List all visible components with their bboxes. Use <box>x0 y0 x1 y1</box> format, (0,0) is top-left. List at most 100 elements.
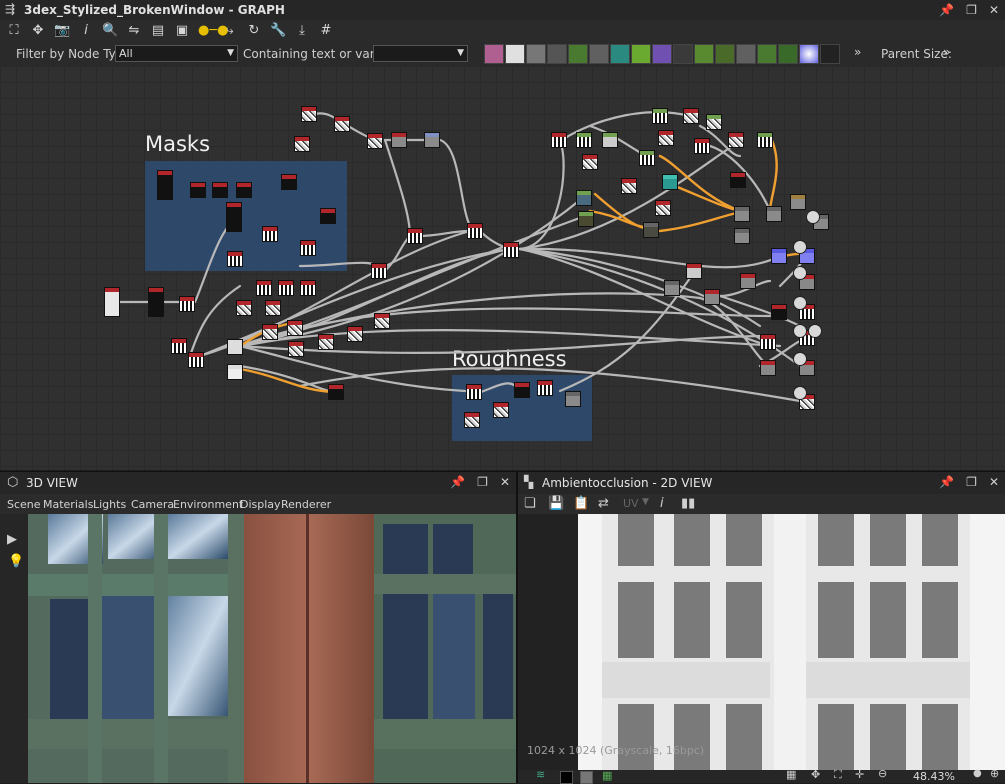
frame-icon[interactable]: ▣ <box>174 23 190 39</box>
grid-icon[interactable]: ▦ <box>786 768 796 781</box>
graph-node[interactable] <box>179 296 195 312</box>
graph-node[interactable] <box>212 182 228 198</box>
graph-node[interactable] <box>300 240 316 256</box>
move-icon[interactable]: ✥ <box>30 23 46 39</box>
output-icon[interactable] <box>808 324 822 338</box>
graph-node[interactable] <box>227 251 243 267</box>
graph-node[interactable] <box>318 334 334 350</box>
node-slope-button[interactable] <box>715 44 735 64</box>
node-drop-button[interactable] <box>526 44 546 64</box>
graph-node[interactable] <box>236 300 252 316</box>
graph-node[interactable] <box>171 338 187 354</box>
graph-node[interactable] <box>464 412 480 428</box>
graph-node[interactable] <box>407 228 423 244</box>
graph-node[interactable] <box>148 287 164 317</box>
graph-node[interactable] <box>278 280 294 296</box>
grid-icon[interactable]: # <box>318 23 334 39</box>
graph-node[interactable] <box>262 226 278 242</box>
menu-lights[interactable]: Lights <box>93 498 126 511</box>
graph-node[interactable] <box>576 190 592 206</box>
close-icon[interactable]: ✕ <box>989 3 999 17</box>
pan-icon[interactable]: ✥ <box>811 768 820 781</box>
node-height-button[interactable] <box>778 44 798 64</box>
node-warp-button[interactable] <box>694 44 714 64</box>
restore-icon[interactable]: ❐ <box>966 3 977 17</box>
refresh-icon[interactable]: ↻ <box>246 23 262 39</box>
zoom-dot-icon[interactable]: ● <box>973 768 982 779</box>
graph-node[interactable] <box>374 313 390 329</box>
graph-node[interactable] <box>576 132 592 148</box>
restore-icon[interactable]: ❐ <box>477 475 488 489</box>
viewport-3d[interactable] <box>28 514 516 783</box>
graph-node[interactable] <box>262 324 278 340</box>
move-icon[interactable]: ✛ <box>855 768 864 781</box>
graph-node[interactable] <box>294 136 310 152</box>
graph-node[interactable] <box>391 132 407 148</box>
link-icon[interactable]: ●─● <box>198 23 229 39</box>
graph-node[interactable] <box>188 352 204 368</box>
menu-materials[interactable]: Materials <box>43 498 93 511</box>
graph-node[interactable] <box>300 280 316 296</box>
graph-node[interactable] <box>643 222 659 238</box>
graph-node[interactable] <box>467 223 483 239</box>
close-icon[interactable]: ✕ <box>500 475 510 489</box>
layout-icon[interactable]: ▤ <box>150 23 166 39</box>
share-icon[interactable]: ⇄ <box>598 496 609 511</box>
node-levels-button[interactable] <box>589 44 609 64</box>
node-blend-button[interactable] <box>652 44 672 64</box>
graph-node[interactable] <box>621 178 637 194</box>
branch-icon[interactable]: ⤷ <box>222 23 238 39</box>
graph-node[interactable] <box>265 300 281 316</box>
node-type-select[interactable]: All ▼ <box>115 45 238 62</box>
search-icon[interactable]: 🔍 <box>102 23 118 39</box>
graph-node[interactable] <box>771 248 787 264</box>
copy-icon[interactable]: ❏ <box>524 496 536 511</box>
graph-node[interactable] <box>728 132 744 148</box>
graph-node[interactable] <box>639 150 655 166</box>
histogram-icon[interactable]: ▮▮ <box>681 496 695 511</box>
menu-display[interactable]: Display <box>240 498 281 511</box>
output-icon[interactable] <box>793 266 807 280</box>
node-channel-button[interactable] <box>736 44 756 64</box>
graph-node[interactable] <box>493 402 509 418</box>
align-icon[interactable]: ⇋ <box>126 23 142 39</box>
graph-node[interactable] <box>683 108 699 124</box>
graph-node[interactable] <box>328 384 344 400</box>
pin-icon[interactable]: 📌 <box>939 475 954 489</box>
fit-icon[interactable]: ⛶ <box>834 768 842 782</box>
graph-node[interactable] <box>347 326 363 342</box>
camera-icon[interactable]: 📷 <box>54 23 70 39</box>
graph-node[interactable] <box>157 170 173 200</box>
graph-node[interactable] <box>424 132 440 148</box>
export-icon[interactable]: ⤓ <box>294 23 310 39</box>
graph-node[interactable] <box>551 132 567 148</box>
output-icon[interactable] <box>793 386 807 400</box>
graph-canvas[interactable]: Masks Roughness <box>0 66 1005 470</box>
graph-node[interactable] <box>256 280 272 296</box>
graph-node[interactable] <box>694 138 710 154</box>
node-output-button[interactable] <box>673 44 693 64</box>
info-icon[interactable]: i <box>78 23 94 39</box>
graph-node[interactable] <box>104 287 120 317</box>
graph-node[interactable] <box>655 200 671 216</box>
graph-node[interactable] <box>503 242 519 258</box>
pin-icon[interactable]: 📌 <box>939 3 954 17</box>
graph-node[interactable] <box>740 273 756 289</box>
graph-node[interactable] <box>227 364 243 380</box>
fit-view-icon[interactable]: ⛶ <box>6 23 22 39</box>
graph-node[interactable] <box>190 182 206 198</box>
text-filter-select[interactable]: ▼ <box>373 45 468 62</box>
clipboard-icon[interactable]: 📋 <box>573 496 589 511</box>
output-icon[interactable] <box>806 210 820 224</box>
pin-icon[interactable]: 📌 <box>450 475 465 489</box>
graph-node[interactable] <box>236 182 252 198</box>
black-background-button[interactable] <box>560 771 573 784</box>
graph-node[interactable] <box>686 263 702 279</box>
graph-node[interactable] <box>704 289 720 305</box>
graph-node[interactable] <box>582 154 598 170</box>
video-camera-icon[interactable]: ▶ <box>7 532 17 547</box>
info-icon[interactable]: i <box>660 496 664 511</box>
graph-node[interactable] <box>602 132 618 148</box>
graph-node[interactable] <box>664 280 680 296</box>
graph-node[interactable] <box>771 304 787 320</box>
